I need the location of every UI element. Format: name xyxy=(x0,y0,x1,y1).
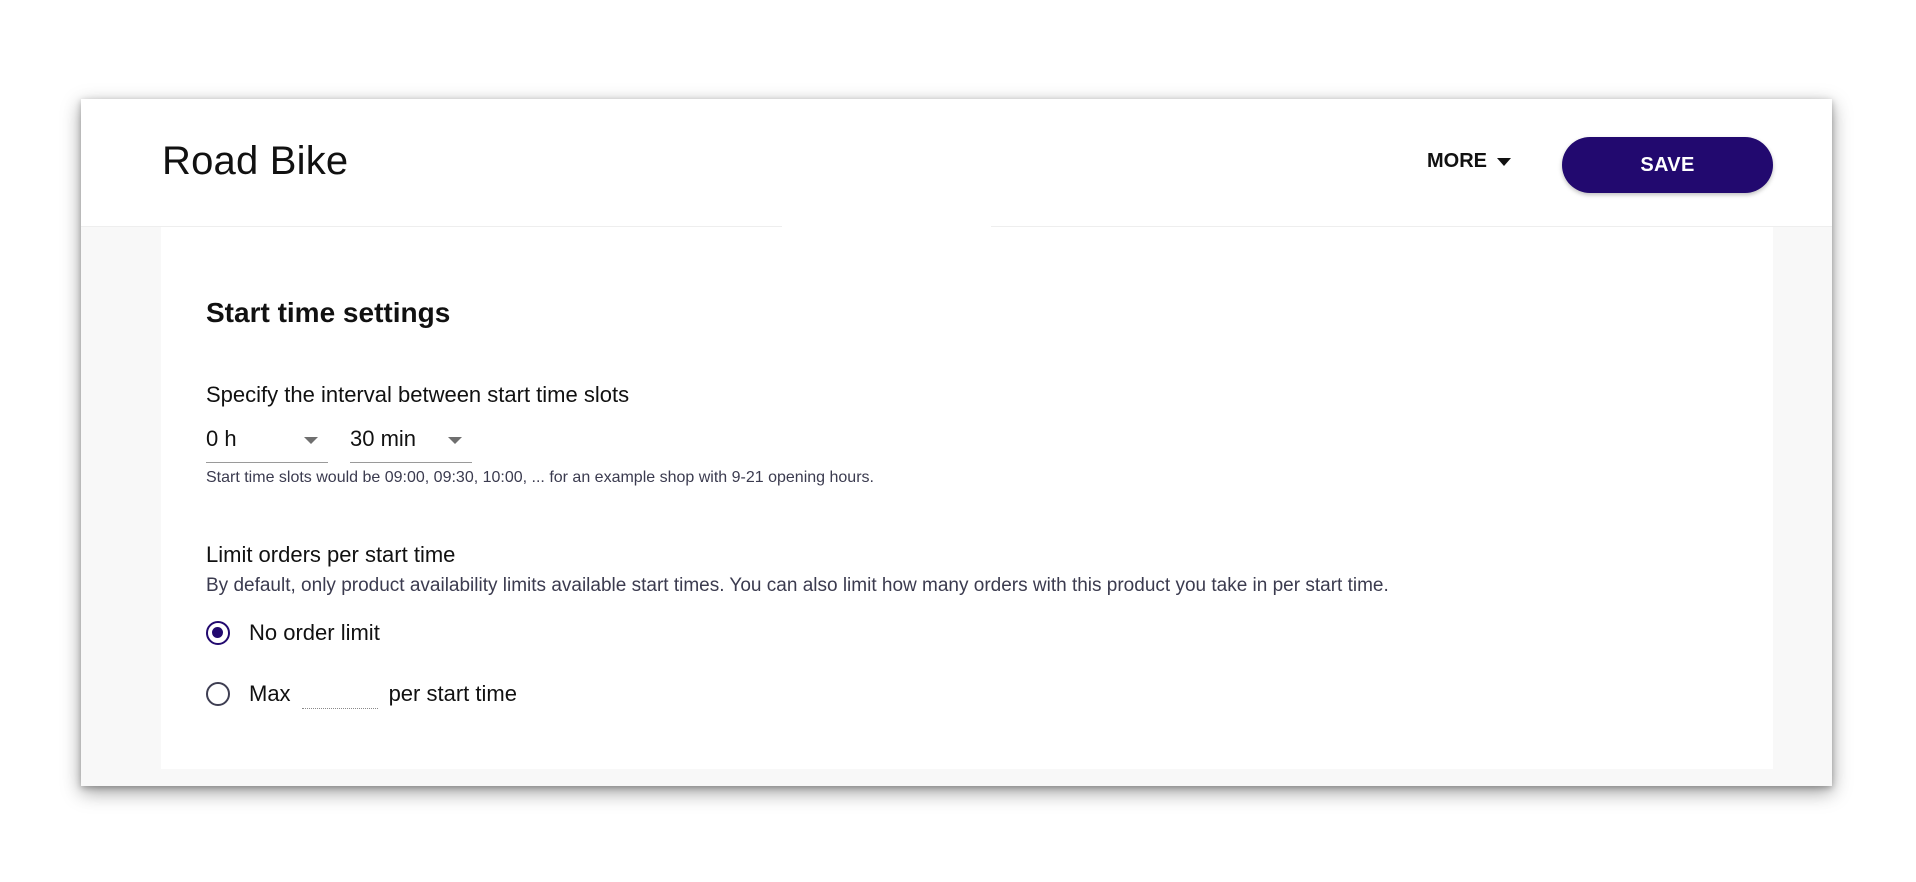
max-orders-option[interactable]: Max per start time xyxy=(206,678,517,709)
interval-hours-value: 0 h xyxy=(206,426,237,451)
save-button[interactable]: SAVE xyxy=(1562,137,1773,193)
more-menu-label: MORE xyxy=(1427,150,1487,172)
per-start-time-label: per start time xyxy=(388,680,517,706)
page-header: Road Bike MORE SAVE xyxy=(81,99,1832,227)
start-time-settings-card: Start time settings Specify the interval… xyxy=(161,227,1773,769)
interval-hours-select[interactable]: 0 h xyxy=(206,423,328,463)
section-title: Start time settings xyxy=(206,297,451,328)
chevron-down-icon xyxy=(448,437,462,444)
no-order-limit-option[interactable]: No order limit xyxy=(206,619,380,647)
more-menu-button[interactable]: MORE xyxy=(1427,149,1511,173)
max-orders-input[interactable] xyxy=(301,678,378,709)
limit-orders-description: By default, only product availability li… xyxy=(206,575,1389,596)
max-orders-radio[interactable] xyxy=(206,681,230,706)
no-order-limit-radio[interactable] xyxy=(206,621,230,645)
no-order-limit-label: No order limit xyxy=(249,620,380,645)
chevron-down-icon xyxy=(304,437,318,444)
interval-hint: Start time slots would be 09:00, 09:30, … xyxy=(206,469,874,486)
interval-label: Specify the interval between start time … xyxy=(206,382,630,407)
limit-orders-title: Limit orders per start time xyxy=(206,542,456,567)
header-divider-gap xyxy=(782,226,991,230)
max-orders-label: Max xyxy=(249,680,291,706)
interval-minutes-value: 30 min xyxy=(350,426,417,451)
page-title: Road Bike xyxy=(162,139,349,183)
interval-minutes-select[interactable]: 30 min xyxy=(350,423,472,463)
caret-down-icon xyxy=(1497,158,1511,166)
product-settings-window: Road Bike MORE SAVE Start time settings … xyxy=(81,99,1832,786)
